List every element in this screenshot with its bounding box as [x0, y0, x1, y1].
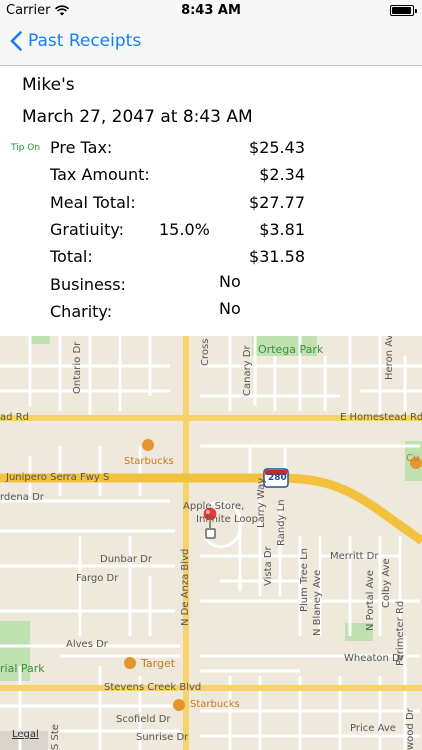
row-total: Total: $31.58 — [0, 247, 422, 274]
map-roads — [0, 336, 422, 750]
row-value: $2.34 — [259, 165, 305, 184]
map-label: Merritt Dr — [330, 551, 379, 562]
map-label: Starbucks — [190, 699, 240, 710]
row-label: Charity: — [50, 302, 113, 321]
map-label: Target — [141, 657, 176, 670]
receipt-details: Mike's March 27, 2047 at 8:43 AM Tip On … — [0, 66, 422, 336]
map-label: Cu — [406, 453, 420, 464]
map-label: Junipero Serra Fwy S — [6, 472, 110, 483]
row-label: Business: — [50, 275, 126, 294]
back-button-label: Past Receipts — [28, 31, 142, 51]
battery-icon — [390, 5, 417, 16]
row-label: Pre Tax: — [50, 138, 113, 157]
receipt-datetime: March 27, 2047 at 8:43 AM — [22, 107, 253, 127]
row-value: $25.43 — [249, 138, 305, 157]
row-meal-total: Meal Total: $27.77 — [0, 193, 422, 220]
map-label: ad Rd — [0, 412, 29, 423]
map-label: Fargo Dr — [76, 573, 119, 584]
chevron-left-icon — [10, 31, 22, 51]
status-bar: Carrier 8:43 AM — [0, 0, 422, 22]
map-label: Plum Tree Ln — [299, 548, 310, 612]
map-label: Larry Way — [256, 477, 267, 528]
gratuity-percent: 15.0% — [159, 220, 210, 239]
row-pre-tax: Pre Tax: $25.43 — [0, 138, 422, 165]
map-label: Vista Dr — [263, 546, 274, 586]
row-label: Meal Total: — [50, 193, 136, 212]
map-label: N De Anza Blvd — [180, 548, 191, 626]
map-label: Sunrise Dr — [136, 732, 189, 743]
map-label: Perimeter Rd — [395, 600, 406, 666]
map-label: Colby Ave — [381, 558, 392, 608]
map-label: Apple Store, — [183, 501, 245, 512]
map-label: rdena Dr — [0, 492, 44, 503]
map-view[interactable]: Ortega Park Heron Ave Canary Dr Cross Dr… — [0, 336, 422, 750]
row-value: $31.58 — [249, 247, 305, 266]
map-label: Canary Dr — [242, 345, 253, 396]
navigation-bar: Past Receipts — [0, 22, 422, 66]
row-value: No — [219, 299, 241, 318]
map-label: Starbucks — [124, 456, 174, 467]
map-label: Stevens Creek Blvd — [104, 682, 202, 693]
map-label: Randy Ln — [276, 499, 287, 546]
battery-level — [392, 7, 411, 14]
row-gratuity: Gratiuity: 15.0% $3.81 — [0, 220, 422, 247]
map-label: Heron Ave — [384, 336, 395, 380]
map-label: Ortega Park — [258, 343, 324, 356]
map-label: rial Park — [0, 662, 45, 675]
map-label: Cross Dr — [200, 336, 211, 366]
row-label: Tax Amount: — [50, 165, 150, 184]
back-button[interactable]: Past Receipts — [10, 31, 141, 51]
row-charity: Charity: No — [0, 299, 422, 329]
row-value: $27.77 — [249, 193, 305, 212]
map-label: E Homestead Rd — [340, 412, 422, 423]
map-label: Ontario Dr — [72, 341, 83, 394]
map-label: Scofield Dr — [116, 714, 171, 725]
status-time: 8:43 AM — [181, 3, 241, 18]
row-business: Business: No — [0, 272, 422, 302]
map-label: Dunbar Dr — [100, 554, 152, 565]
map-label: Alves Dr — [66, 639, 108, 650]
map-label: Price Ave — [350, 723, 396, 734]
map-label: N Portal Ave — [365, 570, 376, 631]
row-label: Total: — [50, 247, 93, 266]
row-tax-amount: Tax Amount: $2.34 — [0, 165, 422, 192]
row-value: No — [219, 272, 241, 291]
map-label: S Ste — [50, 724, 61, 750]
row-label: Gratiuity: — [50, 220, 125, 239]
map-label: N Blaney Ave — [312, 569, 323, 636]
map-label: wood Dr — [405, 708, 416, 750]
highway-number: 280 — [268, 473, 287, 483]
place-name: Mike's — [22, 75, 75, 95]
row-value: $3.81 — [259, 220, 305, 239]
map-label: Infinite Loop — [196, 514, 258, 525]
legal-link[interactable]: Legal — [12, 729, 39, 740]
